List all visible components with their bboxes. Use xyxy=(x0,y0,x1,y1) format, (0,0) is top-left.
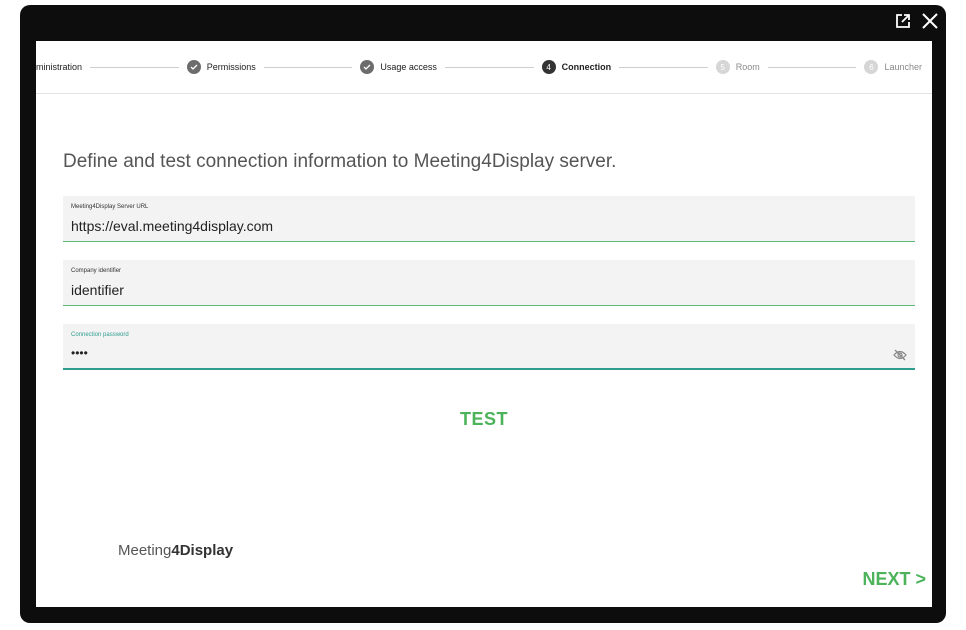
check-icon xyxy=(186,60,201,74)
step-divider xyxy=(619,66,708,68)
field-label: Company identifier xyxy=(71,268,122,274)
app-screen: ministration Permissions Usage access 4 … xyxy=(36,41,932,607)
step-label: Usage access xyxy=(380,62,437,72)
logo-text-4display: 4Display xyxy=(171,542,234,559)
test-button[interactable]: TEST xyxy=(36,409,932,430)
step-number: 6 xyxy=(864,60,879,74)
step-divider xyxy=(767,66,857,68)
company-identifier-input[interactable]: identifier xyxy=(71,282,124,298)
step-label: Room xyxy=(735,62,760,72)
next-button[interactable]: NEXT > xyxy=(862,569,926,590)
server-url-input[interactable]: https://eval.meeting4display.com xyxy=(71,218,273,234)
company-identifier-field[interactable]: Company identifier identifier xyxy=(63,260,915,306)
step-administration[interactable]: ministration xyxy=(36,62,82,72)
check-icon xyxy=(360,60,375,74)
connection-password-field[interactable]: Connection password •••• xyxy=(63,324,915,370)
field-label: Meeting4Display Server URL xyxy=(71,204,149,210)
step-divider xyxy=(90,66,179,68)
step-number: 5 xyxy=(715,60,730,74)
step-divider xyxy=(263,66,353,68)
close-icon[interactable] xyxy=(920,11,940,31)
server-url-field[interactable]: Meeting4Display Server URL https://eval.… xyxy=(63,196,915,242)
step-launcher[interactable]: 6 Launcher xyxy=(864,60,922,74)
connection-password-input[interactable]: •••• xyxy=(71,346,88,360)
step-label: Permissions xyxy=(206,62,256,72)
step-label: Launcher xyxy=(884,62,922,72)
step-usage-access[interactable]: Usage access xyxy=(360,60,437,74)
step-number: 4 xyxy=(541,60,556,74)
window-controls xyxy=(894,11,940,31)
page-title: Define and test connection information t… xyxy=(63,151,617,172)
stepper: ministration Permissions Usage access 4 … xyxy=(36,41,932,94)
step-connection[interactable]: 4 Connection xyxy=(541,60,612,74)
step-room[interactable]: 5 Room xyxy=(715,60,760,74)
step-divider xyxy=(444,66,534,68)
logo: Meeting4Display xyxy=(118,542,233,559)
eye-off-icon[interactable] xyxy=(893,348,907,366)
logo-text-meeting: Meeting xyxy=(118,542,172,559)
step-label: ministration xyxy=(36,62,83,72)
field-label: Connection password xyxy=(71,332,129,338)
step-permissions[interactable]: Permissions xyxy=(186,60,256,74)
step-label: Connection xyxy=(561,62,612,72)
open-external-icon[interactable] xyxy=(894,12,912,30)
device-frame: ministration Permissions Usage access 4 … xyxy=(20,5,946,623)
